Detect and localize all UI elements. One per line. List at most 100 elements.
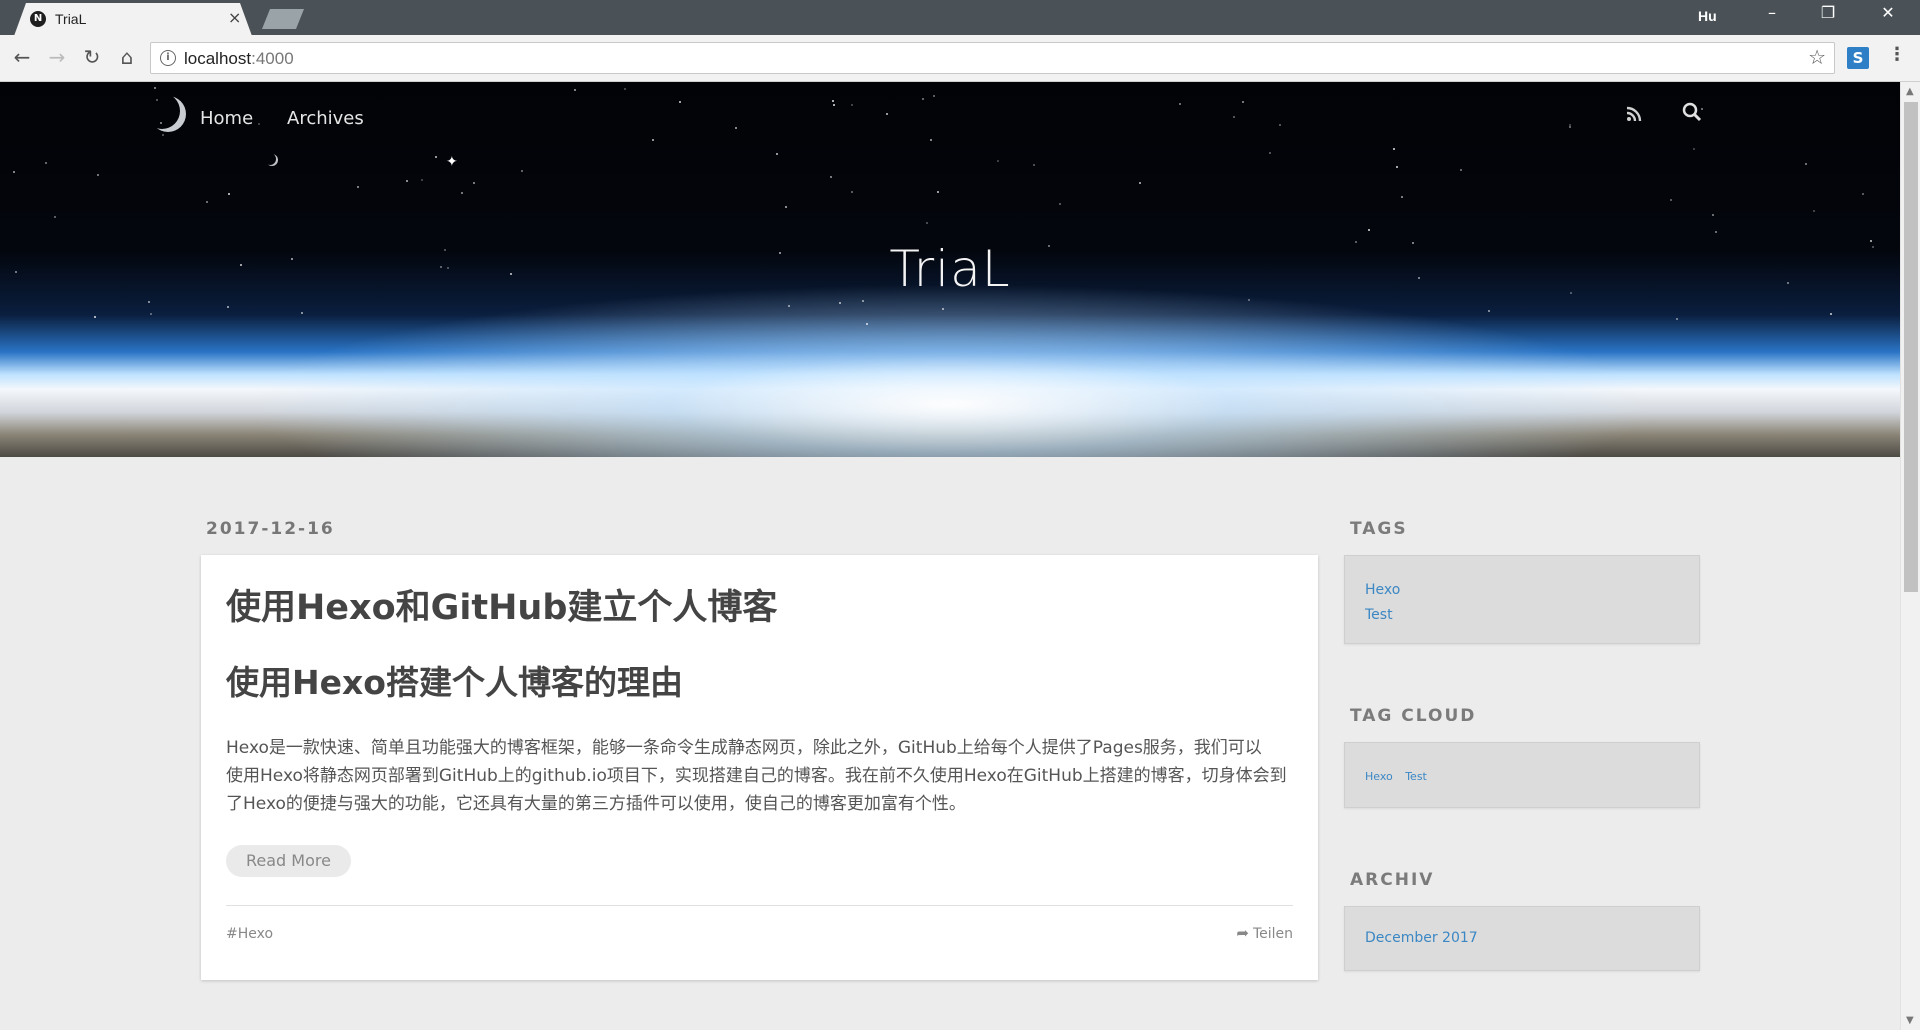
home-icon[interactable]: ⌂ [113,45,141,69]
page-viewport: ✦ Home Archives TriaL 2017-12-16 使用Hexo和… [0,82,1900,1030]
tab-title: TriaL [55,11,87,27]
reload-icon[interactable]: ↻ [78,45,106,69]
star-dot [933,95,935,97]
page-scrollbar[interactable]: ▲ ▼ [1900,82,1920,1030]
browser-toolbar: ← → ↻ ⌂ i localhost:4000 ☆ S ⋮ [0,35,1920,82]
search-icon[interactable] [1682,102,1702,122]
post-divider [226,905,1293,906]
star-dot [1233,116,1235,118]
star-dot [866,323,868,325]
read-more-button[interactable]: Read More [226,845,351,877]
star-dot [97,174,99,176]
star-dot [926,222,928,224]
scroll-down-icon[interactable]: ▼ [1906,1015,1914,1026]
bookmark-star-icon[interactable]: ☆ [1808,45,1826,69]
address-bar[interactable]: i localhost:4000 ☆ [150,42,1835,74]
post-tag-link[interactable]: #Hexo [226,926,273,942]
star-dot [574,89,576,91]
archive-widget: December 2017 [1344,906,1700,971]
info-icon[interactable]: i [160,50,176,66]
star-dot [930,139,932,141]
scrollbar-thumb[interactable] [1904,102,1918,592]
close-window-icon[interactable]: ✕ [1868,3,1908,22]
star-dot [1712,214,1714,216]
restore-icon[interactable]: ❐ [1808,3,1848,22]
star-dot [435,156,437,158]
nav-home[interactable]: Home [200,108,253,129]
share-button[interactable]: ➦ Teilen [1236,924,1293,942]
star-dot [206,201,208,203]
star-dot [1139,182,1141,184]
star-dot [1805,163,1807,165]
archive-widget-title: ARCHIV [1350,870,1435,890]
share-label: Teilen [1252,926,1293,942]
excerpt-line: 使用Hexo将静态网页部署到GitHub上的github.io项目下，实现搭建自… [226,766,1287,786]
star-dot [162,134,164,136]
star-dot [1862,193,1864,195]
post-date: 2017-12-16 [206,519,335,539]
bright-star-icon: ✦ [446,154,458,170]
star-dot [1279,124,1281,126]
tag-link-hexo[interactable]: Hexo [1365,578,1679,603]
star-dot [1813,210,1815,212]
favicon-icon: N [30,11,46,27]
back-icon[interactable]: ← [8,45,36,69]
browser-tab[interactable]: N TriaL × [14,3,252,36]
site-title: TriaL [889,240,1011,298]
scroll-up-icon[interactable]: ▲ [1906,86,1914,97]
hero-header: ✦ Home Archives TriaL [0,82,1900,457]
star-dot [942,308,944,310]
star-dot [776,153,778,155]
star-dot [154,87,156,89]
star-dot [1693,148,1695,150]
new-tab-button[interactable] [262,9,304,29]
star-dot [1460,169,1462,171]
star-dot [1670,199,1672,201]
star-dot [1179,103,1181,105]
close-tab-icon[interactable]: × [228,8,241,27]
star-dot [862,300,864,302]
star-dot [1676,318,1678,320]
star-dot [679,101,681,103]
post-title[interactable]: 使用Hexo和GitHub建立个人博客 [226,579,777,630]
star-dot [1033,164,1035,166]
url-host: localhost [184,49,252,68]
star-dot [839,302,841,304]
post-card: 使用Hexo和GitHub建立个人博客 使用Hexo搭建个人博客的理由 Hexo… [201,555,1318,980]
profile-name[interactable]: Hu [1698,8,1717,24]
star-dot [301,312,303,314]
post-excerpt: Hexo是一款快速、简单且功能强大的博客框架，能够一条命令生成静态网页，除此之外… [226,734,1296,818]
star-dot [406,180,408,182]
star-dot [461,192,463,194]
star-dot [521,170,523,172]
star-dot [851,191,853,193]
star-dot [1368,229,1370,231]
star-dot [1488,310,1490,312]
tag-link-test[interactable]: Test [1365,603,1679,628]
url-text: localhost:4000 [184,49,294,69]
minimize-icon[interactable]: – [1752,3,1792,22]
star-dot [1830,313,1832,315]
star-dot [1242,101,1244,103]
forward-icon[interactable]: → [43,45,71,69]
star-dot [1393,148,1395,150]
star-dot [1715,231,1717,233]
moon-logo-icon[interactable] [150,96,186,132]
star-dot [624,88,626,90]
star-dot [54,216,56,218]
tags-widget-title: TAGS [1350,519,1408,539]
tagcloud-link-hexo[interactable]: Hexo [1365,770,1393,783]
tagcloud-widget: Hexo Test [1344,742,1700,808]
star-dot [150,313,152,315]
url-port: :4000 [251,49,294,68]
star-dot [830,176,832,178]
browser-menu-icon[interactable]: ⋮ [1888,44,1906,65]
star-dot [357,186,359,188]
star-dot [833,104,835,106]
extension-icon[interactable]: S [1847,47,1869,69]
tagcloud-link-test[interactable]: Test [1405,770,1427,783]
rss-icon[interactable] [1626,106,1642,126]
star-dot [1059,203,1061,205]
archive-link-december-2017[interactable]: December 2017 [1365,930,1679,946]
nav-archives[interactable]: Archives [287,108,364,129]
